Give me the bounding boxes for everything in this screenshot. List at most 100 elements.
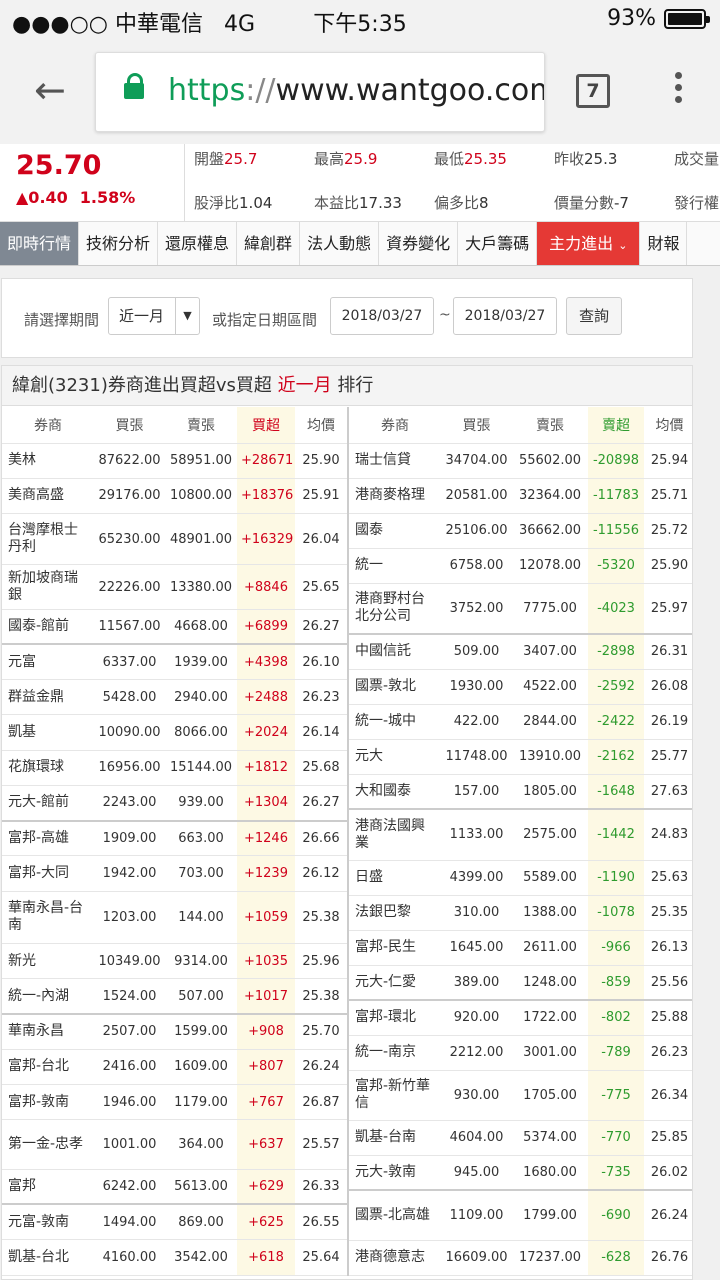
table-row[interactable]: 國泰 25106.00 36662.00 -11556 25.72 [349,513,692,549]
table-row[interactable]: 富邦-高雄 1909.00 663.00 +1246 26.66 [2,820,348,857]
broker-name[interactable]: 港商麥格理 [349,478,441,514]
broker-name[interactable]: 台灣摩根士丹利 [2,513,94,566]
broker-name[interactable]: 國票-敦北 [349,669,441,705]
tab-switcher-button[interactable]: 7 [576,74,610,108]
table-row[interactable]: 統一-城中 422.00 2844.00 -2422 26.19 [349,704,692,740]
table-row[interactable]: 新加坡商瑞銀 22226.00 13380.00 +8846 25.65 [2,564,348,610]
broker-name[interactable]: 富邦-新竹華信 [349,1070,441,1121]
broker-name[interactable]: 大和國泰 [349,774,441,810]
tab-adjusted[interactable]: 還原權息 [158,222,238,265]
table-row[interactable]: 統一-內湖 1524.00 507.00 +1017 25.38 [2,978,348,1016]
table-row[interactable]: 第一金-忠孝 1001.00 364.00 +637 25.57 [2,1119,348,1170]
table-row[interactable]: 富邦-民生 1645.00 2611.00 -966 26.13 [349,930,692,966]
broker-name[interactable]: 港商法國興業 [349,809,441,861]
table-row[interactable]: 群益金鼎 5428.00 2940.00 +2488 26.23 [2,679,348,716]
table-row[interactable]: 凱基 10090.00 8066.00 +2024 26.14 [2,714,348,751]
broker-name[interactable]: 美商高盛 [2,478,94,515]
broker-name[interactable]: 富邦-台北 [2,1049,94,1086]
broker-name[interactable]: 日盛 [349,860,441,896]
table-row[interactable]: 富邦-大同 1942.00 703.00 +1239 26.12 [2,855,348,892]
broker-name[interactable]: 元大-敦南 [349,1155,441,1191]
table-row[interactable]: 富邦-敦南 1946.00 1179.00 +767 26.87 [2,1084,348,1121]
tab-technical[interactable]: 技術分析 [79,222,159,265]
broker-name[interactable]: 華南永昌-台南 [2,891,94,945]
tab-margin[interactable]: 資券變化 [379,222,459,265]
table-row[interactable]: 統一 6758.00 12078.00 -5320 25.90 [349,548,692,584]
table-row[interactable]: 國票-北高雄 1109.00 1799.00 -690 26.24 [349,1190,692,1241]
broker-name[interactable]: 群益金鼎 [2,679,94,716]
broker-name[interactable]: 法銀巴黎 [349,895,441,931]
table-row[interactable]: 美商高盛 29176.00 10800.00 +18376 25.91 [2,478,348,515]
table-row[interactable]: 元大 11748.00 13910.00 -2162 25.77 [349,739,692,775]
broker-name[interactable]: 新光 [2,943,94,980]
table-row[interactable]: 日盛 4399.00 5589.00 -1190 25.63 [349,860,692,896]
broker-name[interactable]: 新加坡商瑞銀 [2,564,94,610]
broker-name[interactable]: 國泰 [349,513,441,549]
table-row[interactable]: 大和國泰 157.00 1805.00 -1648 27.63 [349,774,692,810]
broker-name[interactable]: 富邦 [2,1169,94,1206]
table-row[interactable]: 華南永昌-台南 1203.00 144.00 +1059 25.38 [2,891,348,945]
broker-name[interactable]: 瑞士信貸 [349,443,441,479]
tab-major-holders[interactable]: 大戶籌碼 [458,222,538,265]
address-bar[interactable]: https://www.wantgoo.com/ [95,52,545,132]
table-row[interactable]: 元富-敦南 1494.00 869.00 +625 26.55 [2,1204,348,1241]
broker-name[interactable]: 凱基 [2,714,94,751]
table-row[interactable]: 統一-南京 2212.00 3001.00 -789 26.23 [349,1035,692,1071]
table-row[interactable]: 港商法國興業 1133.00 2575.00 -1442 24.83 [349,809,692,861]
table-row[interactable]: 國泰-館前 11567.00 4668.00 +6899 26.27 [2,609,348,646]
table-row[interactable]: 港商野村台北分公司 3752.00 7775.00 -4023 25.97 [349,583,692,635]
back-arrow-icon[interactable]: ← [34,70,74,110]
broker-name[interactable]: 第一金-忠孝 [2,1119,94,1170]
broker-name[interactable]: 華南永昌 [2,1014,94,1050]
end-date-input[interactable]: 2018/03/27 [453,297,557,335]
broker-name[interactable]: 花旗環球 [2,750,94,786]
tab-group[interactable]: 緯創群 [237,222,301,265]
broker-name[interactable]: 富邦-環北 [349,1000,441,1036]
table-row[interactable]: 法銀巴黎 310.00 1388.00 -1078 25.35 [349,895,692,931]
broker-name[interactable]: 統一-南京 [349,1035,441,1071]
broker-name[interactable]: 港商德意志 [349,1240,441,1276]
broker-name[interactable]: 統一 [349,548,441,584]
table-row[interactable]: 中國信託 509.00 3407.00 -2898 26.31 [349,634,692,670]
table-row[interactable]: 富邦-新竹華信 930.00 1705.00 -775 26.34 [349,1070,692,1121]
table-row[interactable]: 元富 6337.00 1939.00 +4398 26.10 [2,644,348,681]
table-row[interactable]: 港商麥格理 20581.00 32364.00 -11783 25.71 [349,478,692,514]
broker-name[interactable]: 港商野村台北分公司 [349,583,441,635]
table-row[interactable]: 新光 10349.00 9314.00 +1035 25.96 [2,943,348,980]
tab-main-force[interactable]: 主力進出 ⌄ [537,222,641,265]
table-row[interactable]: 台灣摩根士丹利 65230.00 48901.00 +16329 26.04 [2,513,348,566]
table-row[interactable]: 元大-敦南 945.00 1680.00 -735 26.02 [349,1155,692,1191]
table-row[interactable]: 元大-館前 2243.00 939.00 +1304 26.27 [2,785,348,822]
broker-name[interactable]: 元大-館前 [2,785,94,822]
broker-name[interactable]: 國泰-館前 [2,609,94,646]
table-row[interactable]: 華南永昌 2507.00 1599.00 +908 25.70 [2,1014,348,1050]
table-row[interactable]: 瑞士信貸 34704.00 55602.00 -20898 25.94 [349,443,692,479]
table-row[interactable]: 元大-仁愛 389.00 1248.00 -859 25.56 [349,965,692,1001]
table-row[interactable]: 富邦-環北 920.00 1722.00 -802 25.88 [349,1000,692,1036]
more-vert-icon[interactable] [668,72,688,112]
period-select[interactable]: 近一月 ▼ [108,297,200,335]
table-row[interactable]: 富邦-台北 2416.00 1609.00 +807 26.24 [2,1049,348,1086]
broker-name[interactable]: 富邦-民生 [349,930,441,966]
table-row[interactable]: 國票-敦北 1930.00 4522.00 -2592 26.08 [349,669,692,705]
tab-financials[interactable]: 財報 [640,222,688,265]
broker-name[interactable]: 凱基-台北 [2,1239,94,1276]
broker-name[interactable]: 凱基-台南 [349,1120,441,1156]
tab-realtime[interactable]: 即時行情 [0,222,80,265]
start-date-input[interactable]: 2018/03/27 [330,297,434,335]
broker-name[interactable]: 富邦-敦南 [2,1084,94,1121]
table-row[interactable]: 美林 87622.00 58951.00 +28671 25.90 [2,443,348,479]
broker-name[interactable]: 富邦-高雄 [2,820,94,857]
tab-institutional[interactable]: 法人動態 [300,222,380,265]
broker-name[interactable]: 元大-仁愛 [349,965,441,1001]
broker-name[interactable]: 元大 [349,739,441,775]
table-row[interactable]: 凱基-台北 4160.00 3542.00 +618 25.64 [2,1239,348,1276]
broker-name[interactable]: 富邦-大同 [2,855,94,892]
table-row[interactable]: 港商德意志 16609.00 17237.00 -628 26.76 [349,1240,692,1276]
table-row[interactable]: 花旗環球 16956.00 15144.00 +1812 25.68 [2,750,348,786]
broker-name[interactable]: 中國信託 [349,634,441,670]
broker-name[interactable]: 統一-內湖 [2,978,94,1016]
broker-name[interactable]: 統一-城中 [349,704,441,740]
table-row[interactable]: 凱基-台南 4604.00 5374.00 -770 25.85 [349,1120,692,1156]
table-row[interactable]: 富邦 6242.00 5613.00 +629 26.33 [2,1169,348,1206]
